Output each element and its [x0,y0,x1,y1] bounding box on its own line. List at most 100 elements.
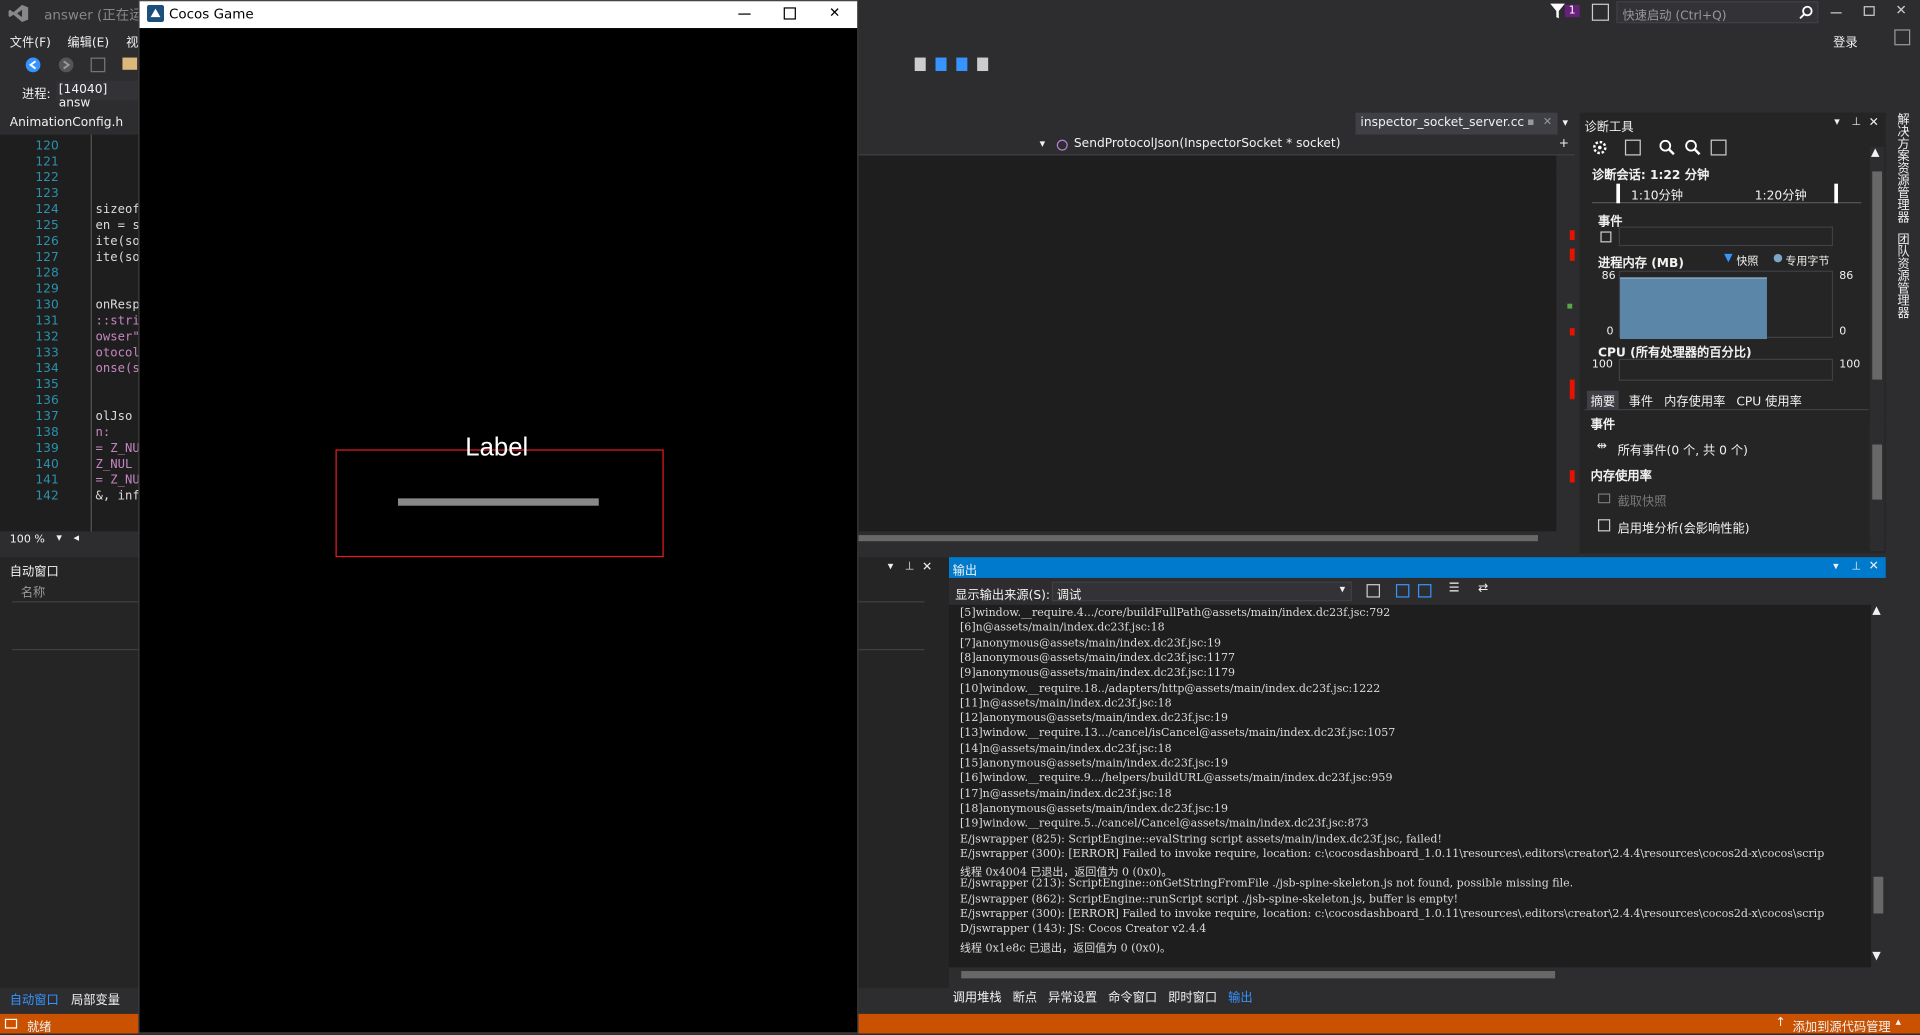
output-tab[interactable]: 调用堆栈 [953,987,1002,1005]
label-node[interactable]: Label [335,433,664,558]
back-arrow-icon[interactable] [24,56,41,73]
diag-tab-memory[interactable]: 内存使用率 [1664,391,1725,409]
word-wrap-icon[interactable]: ⇄ [1478,582,1488,595]
output-scroll-up[interactable]: ▲ [1872,605,1880,617]
reset-view-icon[interactable] [1710,139,1727,156]
prev-message-icon[interactable] [1395,584,1410,598]
heap-analysis-button[interactable]: 启用堆分析(会影响性能) [1618,518,1750,536]
bottom-tab-auto[interactable]: 自动窗口 [10,989,59,1007]
clear-all-icon[interactable]: ☰ [1449,582,1460,595]
bookmark-prev-icon[interactable] [935,57,947,72]
output-vscroll[interactable]: ▲ ▼ [1871,604,1886,968]
navbar-dropdown-icon[interactable]: ▾ [1040,138,1046,150]
output-line: E/jswrapper (300): [ERROR] Failed to inv… [960,848,1825,861]
settings-icon[interactable] [1592,140,1608,156]
export-icon[interactable] [1624,139,1641,156]
output-tab[interactable]: 即时窗口 [1168,987,1217,1005]
scm-link[interactable]: 添加到源代码管理 [1793,1016,1891,1034]
line-number: 141 [35,473,59,488]
panel-menu-icon[interactable]: ▾ [888,561,894,573]
bookmark-clear-icon[interactable] [977,57,989,72]
restore-button[interactable] [1863,6,1875,16]
output-pin-icon[interactable]: ⊥ [1851,561,1861,573]
forward-arrow-icon[interactable] [58,56,75,73]
tab-overflow-icon[interactable]: ▾ [1562,118,1568,130]
config-icon[interactable] [90,57,106,73]
hscroll-thumb[interactable] [858,535,1538,542]
zoom-in-icon[interactable] [1659,139,1675,156]
diag-close-icon[interactable]: ✕ [1869,116,1879,129]
timeline-handle-right[interactable] [1834,183,1838,204]
tab-pin-icon[interactable]: ▪ [1527,116,1534,128]
output-tab[interactable]: 异常设置 [1048,987,1097,1005]
account-icon[interactable] [1894,29,1911,46]
menu-file[interactable]: 文件(F) [10,32,51,50]
line-number: 129 [35,282,59,297]
diag-scroll-thumb[interactable] [1872,171,1883,380]
game-canvas[interactable]: Label [139,28,858,1033]
output-hscroll-thumb[interactable] [961,971,1556,979]
search-icon[interactable] [1799,5,1814,20]
code-editor-left[interactable]: 120 121 122 123 124 sizeof 125 en = s 126 ite(so 1… [0,134,147,532]
notification-count[interactable]: 1 [1564,4,1580,18]
close-button[interactable]: ✕ [1896,2,1907,18]
tab-close-icon[interactable]: ✕ [1543,116,1552,128]
zoom-dropdown-icon[interactable]: ▾ [56,533,62,545]
output-hscroll[interactable] [948,967,1872,983]
diag-scrollbar-2[interactable] [1869,422,1885,539]
timeline-handle-left[interactable] [1616,183,1621,204]
code-editor-right[interactable] [858,155,1557,532]
editor-tab-inspector[interactable]: inspector_socket_server.cc ▪ ✕ [1355,112,1558,135]
diag-tab-summary[interactable]: 摘要 [1586,390,1619,409]
quick-launch-input[interactable]: 快速启动 (Ctrl+Q) [1616,1,1819,23]
process-dropdown[interactable]: [14040] answ [56,80,139,110]
output-tab[interactable]: 输出 [1228,987,1252,1005]
output-text-area[interactable]: [5]window.__require.4.../core/buildFullP… [948,604,1872,968]
zoom-level[interactable]: 100 % [10,534,45,546]
output-source-dropdown[interactable]: 调试 ▾ [1051,581,1352,602]
all-events-link[interactable]: 所有事件(0 个, 共 0 个) [1618,440,1748,457]
menu-view[interactable]: 视 [126,32,138,50]
side-tab-solution-explorer[interactable]: 解决方案资源管理器 [1893,113,1910,223]
panel-close-icon[interactable]: ✕ [922,561,932,574]
output-menu-icon[interactable]: ▾ [1833,561,1839,573]
bookmark-next-icon[interactable] [956,57,968,72]
menu-edit[interactable]: 编辑(E) [67,32,109,50]
next-message-icon[interactable] [1417,584,1432,598]
output-tab[interactable]: 断点 [1013,987,1037,1005]
bookmark-icon[interactable] [914,57,926,72]
output-scroll-thumb[interactable] [1873,876,1884,914]
notification-filter-icon[interactable] [1549,2,1566,19]
scroll-left-icon[interactable]: ◂ [73,533,79,545]
right-editor-scrollbar[interactable] [1556,171,1575,532]
file-tab-animationconfig[interactable]: AnimationConfig.h [10,116,123,129]
game-maximize-button[interactable] [783,7,796,20]
split-icon[interactable]: + [1559,137,1569,150]
diag-menu-icon[interactable]: ▾ [1834,116,1840,128]
side-tab-team-explorer[interactable]: 团队资源管理器 [1893,233,1910,319]
open-folder-icon[interactable] [122,57,138,70]
output-scroll-down[interactable]: ▼ [1872,950,1880,962]
zoom-out-icon[interactable] [1685,139,1701,156]
output-tab[interactable]: 命令窗口 [1108,987,1157,1005]
login-link[interactable]: 登录 [1833,32,1857,50]
game-minimize-button[interactable] [738,13,751,15]
minimize-button[interactable] [1830,12,1842,14]
find-message-icon[interactable] [1366,584,1381,598]
diag-pin-icon[interactable]: ⊥ [1851,116,1861,128]
scm-chevron-icon[interactable]: ▴ [1896,1016,1902,1028]
take-snapshot-button[interactable]: 截取快照 [1618,491,1667,509]
diag-scroll-thumb-2[interactable] [1872,444,1883,500]
diag-tab-cpu[interactable]: CPU 使用率 [1736,391,1802,409]
pause-icon[interactable] [1600,231,1612,243]
bottom-tab-locals[interactable]: 局部变量 [71,989,120,1007]
pin-icon[interactable]: ⊥ [905,561,915,573]
game-close-button[interactable]: ✕ [829,5,840,21]
output-close-icon[interactable]: ✕ [1869,560,1879,573]
diag-scroll-up[interactable]: ▲ [1871,147,1879,159]
feedback-icon[interactable] [1591,3,1609,21]
function-navbar[interactable]: ▾ SendProtocolJson(InspectorSocket * soc… [858,134,1575,156]
scm-up-icon[interactable]: ↑ [1776,1016,1786,1029]
right-editor-hscroll[interactable] [858,531,1557,544]
diag-tab-events[interactable]: 事件 [1629,391,1653,409]
